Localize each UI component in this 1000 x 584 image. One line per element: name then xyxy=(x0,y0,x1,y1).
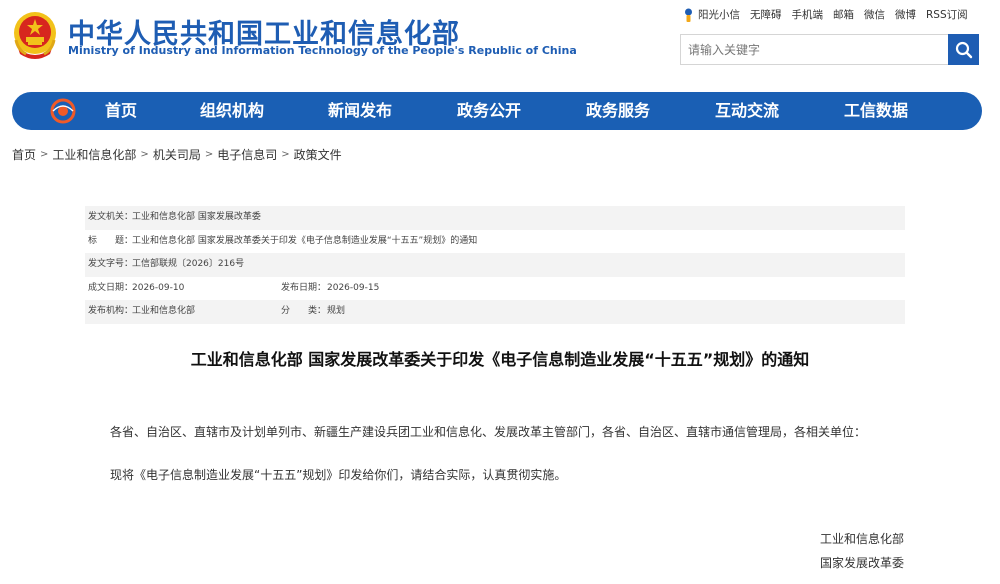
article-recipients: 各省、自治区、直辖市及计划单列市、新疆生产建设兵团工业和信息化、发展改革主管部门… xyxy=(110,425,867,439)
signer-miit: 工业和信息化部 xyxy=(820,532,905,546)
info-row-publisher: 发布机构： 工业和信息化部 分 类： 规划 xyxy=(85,300,905,324)
care-mode-icon xyxy=(685,8,692,22)
nav-home[interactable]: 首页 xyxy=(105,92,137,130)
breadcrumb-separator: > xyxy=(281,149,290,160)
info-value: 工业和信息化部 国家发展改革委关于印发《电子信息制造业发展“十五五”规划》的通知 xyxy=(132,235,478,246)
nav-organization[interactable]: 组织机构 xyxy=(200,92,264,130)
info-label: 发文机关： xyxy=(88,212,134,222)
info-value: 规划 xyxy=(327,306,346,316)
info-label: 成文日期： xyxy=(88,282,134,293)
info-row-title: 标 题： 工业和信息化部 国家发展改革委关于印发《电子信息制造业发展“十五五”规… xyxy=(85,230,905,254)
breadcrumb-separator: > xyxy=(140,149,149,160)
info-value: 工业和信息化部 国家发展改革委 xyxy=(132,212,261,222)
main-nav: 首页 组织机构 新闻发布 政务公开 政务服务 互动交流 工信数据 xyxy=(12,92,982,130)
site-subtitle: Ministry of Industry and Information Tec… xyxy=(68,44,577,57)
breadcrumb: 首页 > 工业和信息化部 > 机关司局 > 电子信息司 > 政策文件 xyxy=(12,146,342,163)
search-box xyxy=(680,34,979,65)
breadcrumb-departments[interactable]: 机关司局 xyxy=(153,146,201,163)
signer-ndrc: 国家发展改革委 xyxy=(820,556,905,570)
toplink-wechat[interactable]: 微信 xyxy=(864,7,885,22)
info-row-dates: 成文日期： 2026-09-10 发布日期： 2026-09-15 xyxy=(85,277,905,301)
breadcrumb-home[interactable]: 首页 xyxy=(12,146,36,163)
toplink-sunshine[interactable]: 阳光小信 xyxy=(683,7,740,22)
miit-logo-icon[interactable] xyxy=(50,98,76,124)
toplink-mobile[interactable]: 手机端 xyxy=(792,7,824,22)
breadcrumb-electronics-dept[interactable]: 电子信息司 xyxy=(217,146,277,163)
doc-info-table: 发文机关： 工业和信息化部 国家发展改革委 标 题： 工业和信息化部 国家发展改… xyxy=(85,206,905,324)
breadcrumb-separator: > xyxy=(40,149,49,160)
info-row-doc-no: 发文字号： 工信部联规〔2026〕216号 xyxy=(85,253,905,277)
info-value: 2026-09-15 xyxy=(327,282,380,293)
info-label: 标 题： xyxy=(88,235,134,246)
info-label: 发文字号： xyxy=(88,259,134,269)
breadcrumb-separator: > xyxy=(204,149,214,160)
search-icon xyxy=(955,41,972,58)
info-label: 发布日期： xyxy=(281,282,327,293)
nav-gov-affairs[interactable]: 政务公开 xyxy=(457,92,521,130)
article-body: 现将《电子信息制造业发展“十五五”规划》印发给你们，请结合实际，认真贯彻实施。 xyxy=(110,468,567,482)
toplink-accessibility[interactable]: 无障碍 xyxy=(750,7,782,22)
nav-news[interactable]: 新闻发布 xyxy=(328,92,392,130)
search-button[interactable] xyxy=(948,34,979,65)
nav-gov-services[interactable]: 政务服务 xyxy=(586,92,650,130)
search-input[interactable] xyxy=(681,35,949,64)
info-label: 分 类： xyxy=(281,306,327,316)
info-label: 发布机构： xyxy=(88,306,134,316)
nav-data[interactable]: 工信数据 xyxy=(844,92,908,130)
nav-interaction[interactable]: 互动交流 xyxy=(715,92,779,130)
article-title: 工业和信息化部 国家发展改革委关于印发《电子信息制造业发展“十五五”规划》的通知 xyxy=(190,350,810,369)
info-value: 工信部联规〔2026〕216号 xyxy=(132,259,245,269)
national-emblem-icon[interactable] xyxy=(12,10,58,60)
info-value: 工业和信息化部 xyxy=(132,306,196,316)
breadcrumb-policy-docs[interactable]: 政策文件 xyxy=(294,146,342,163)
info-row-issuer: 发文机关： 工业和信息化部 国家发展改革委 xyxy=(85,206,905,230)
toplink-weibo[interactable]: 微博 xyxy=(895,7,916,22)
info-value: 2026-09-10 xyxy=(132,282,185,293)
toplink-rss[interactable]: RSS订阅 xyxy=(926,7,968,22)
breadcrumb-ministry[interactable]: 工业和信息化部 xyxy=(52,146,136,163)
top-links: 阳光小信 无障碍 手机端 邮箱 微信 微博 RSS订阅 xyxy=(683,7,968,22)
site-header: 中华人民共和国工业和信息化部 Ministry of Industry and … xyxy=(0,0,1000,90)
toplink-mail[interactable]: 邮箱 xyxy=(833,7,854,22)
